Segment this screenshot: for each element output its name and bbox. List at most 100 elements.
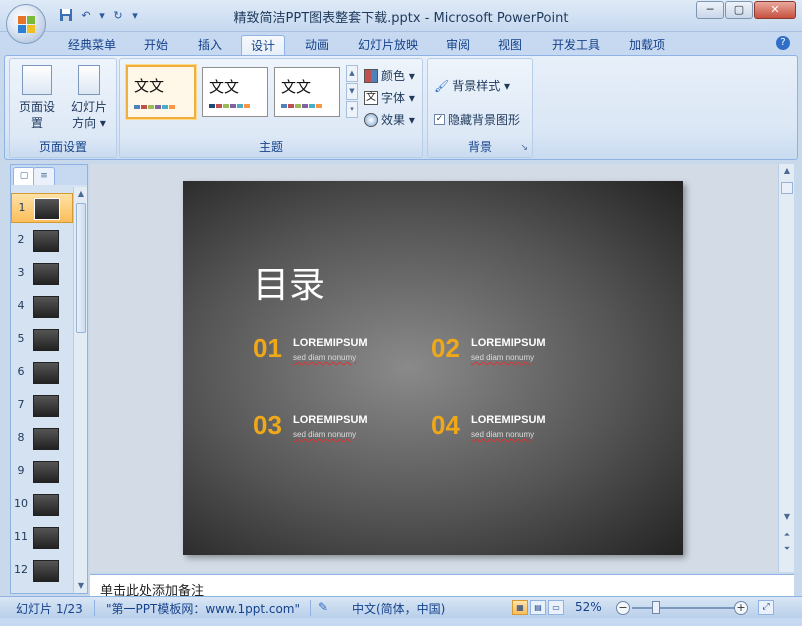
ribbon-tabs: 经典菜单 开始 插入 设计 动画 幻灯片放映 审阅 视图 开发工具 加载项 ?: [0, 32, 802, 57]
title-bar: ↶ ▾ ↻ ▾ 精致简洁PPT图表整套下载.pptx - Microsoft P…: [0, 0, 802, 44]
slide-thumb[interactable]: 10: [11, 490, 73, 520]
office-logo-icon: [18, 16, 36, 34]
zoom-out-icon[interactable]: −: [616, 601, 630, 615]
slide-thumb-image: [33, 395, 59, 417]
background-styles-button[interactable]: 🖌 背景样式 ▾: [434, 77, 510, 94]
slide-thumb-image: [33, 263, 59, 285]
theme-color-bars: [281, 104, 322, 108]
office-button[interactable]: [6, 4, 46, 44]
slide-counter: 幻灯片 1/23: [16, 602, 83, 616]
scroll-down-icon[interactable]: ▼: [779, 510, 795, 524]
slide-thumb[interactable]: 12: [11, 556, 73, 586]
outline-tab-icon[interactable]: ≡: [33, 167, 55, 185]
zoom-slider-track[interactable]: [632, 607, 736, 609]
tab-add-ins[interactable]: 加载项: [622, 35, 672, 57]
page-setup-group: 页面设置 幻灯片 方向 ▾ 页面设置: [9, 58, 117, 158]
notes-placeholder: 单击此处添加备注: [100, 584, 205, 596]
tab-animations[interactable]: 动画: [297, 35, 337, 57]
workspace: ▢ ≡ 1 2 3 4 5 6 7 8 9 10 11 12 ▲ ▼ 目录 01…: [4, 162, 798, 596]
slide-title[interactable]: 目录: [253, 256, 325, 308]
theme-colors-button[interactable]: 颜色 ▾: [364, 67, 415, 84]
slide-orientation-button[interactable]: 幻灯片 方向 ▾: [66, 65, 112, 131]
slide-canvas[interactable]: 目录 01 LOREMIPSUM sed diam nonumy 02 LORE…: [183, 181, 683, 555]
tab-classic-menu[interactable]: 经典菜单: [60, 35, 124, 57]
tab-review[interactable]: 审阅: [438, 35, 478, 57]
gallery-down-icon[interactable]: ▼: [346, 83, 358, 100]
slide-thumb[interactable]: 7: [11, 391, 73, 421]
tab-slide-show[interactable]: 幻灯片放映: [350, 35, 426, 57]
ribbon: 页面设置 幻灯片 方向 ▾ 页面设置 文文 文文 文文 ▲ ▼ ▾ 颜色 ▾ 文…: [4, 55, 798, 160]
maximize-button[interactable]: ▢: [725, 1, 753, 19]
effects-icon: [364, 112, 378, 127]
scroll-thumb[interactable]: [781, 182, 793, 194]
pane-tabs: ▢ ≡: [11, 165, 87, 185]
slide-thumb-image: [33, 461, 59, 483]
zoom-level[interactable]: 52%: [575, 600, 602, 614]
slide-thumbnails: 1 2 3 4 5 6 7 8 9 10 11 12: [11, 187, 73, 593]
group-label-page-setup: 页面设置: [38, 140, 87, 154]
slide-thumb-image: [33, 428, 59, 450]
theme-thumb[interactable]: 文文: [126, 65, 196, 119]
fit-to-window-icon[interactable]: ⤢: [758, 600, 774, 615]
slides-pane: ▢ ≡ 1 2 3 4 5 6 7 8 9 10 11 12 ▲ ▼: [10, 164, 88, 594]
slide-editing-area: 目录 01 LOREMIPSUM sed diam nonumy 02 LORE…: [90, 164, 778, 572]
notes-pane[interactable]: 单击此处添加备注: [90, 574, 794, 596]
language-indicator[interactable]: 中文(简体，中国): [352, 600, 445, 617]
zoom-slider-knob[interactable]: [652, 601, 660, 614]
status-bar: 幻灯片 1/23 "第一PPT模板网：www.1ppt.com" ✎ 中文(简体…: [0, 596, 802, 618]
slide-thumb[interactable]: 1: [11, 193, 73, 223]
theme-fonts-button[interactable]: 文 字体 ▾: [364, 89, 415, 106]
slide-thumb-image: [33, 527, 59, 549]
previous-slide-icon[interactable]: ⏶: [779, 528, 795, 542]
background-group: 🖌 背景样式 ▾ ✓ 隐藏背景图形 背景 ↘: [427, 58, 533, 158]
scroll-up-icon[interactable]: ▲: [74, 187, 88, 201]
spell-check-icon[interactable]: ✎: [318, 600, 328, 614]
theme-effects-button[interactable]: 效果 ▾: [364, 111, 415, 128]
slide-thumb[interactable]: 4: [11, 292, 73, 322]
slide-thumb-image: [33, 230, 59, 252]
close-button[interactable]: ✕: [754, 1, 796, 19]
slide-thumb-image: [33, 296, 59, 318]
theme-thumb[interactable]: 文文: [202, 67, 268, 117]
normal-view-icon[interactable]: ▦: [512, 600, 528, 615]
slides-pane-scrollbar[interactable]: ▲ ▼: [73, 187, 87, 593]
slide-thumb[interactable]: 6: [11, 358, 73, 388]
slide-thumb[interactable]: 3: [11, 259, 73, 289]
hide-background-checkbox[interactable]: ✓ 隐藏背景图形: [434, 111, 520, 128]
tab-design[interactable]: 设计: [241, 35, 285, 57]
help-icon[interactable]: ?: [776, 36, 790, 50]
tab-developer[interactable]: 开发工具: [544, 35, 608, 57]
paint-bucket-icon: 🖌: [434, 78, 450, 93]
slide-sorter-icon[interactable]: ▤: [530, 600, 546, 615]
fonts-icon: 文: [364, 90, 378, 105]
next-slide-icon[interactable]: ⏷: [779, 542, 795, 556]
scroll-up-icon[interactable]: ▲: [779, 164, 795, 178]
scroll-thumb[interactable]: [76, 203, 86, 333]
slide-show-icon[interactable]: ▭: [548, 600, 564, 615]
slide-thumb-image: [33, 362, 59, 384]
tab-home[interactable]: 开始: [138, 35, 174, 57]
slide-scrollbar[interactable]: ▲ ▼ ⏶ ⏷: [778, 164, 794, 572]
slide-thumb[interactable]: 8: [11, 424, 73, 454]
slide-thumb[interactable]: 9: [11, 457, 73, 487]
tab-insert[interactable]: 插入: [190, 35, 230, 57]
window-title: 精致简洁PPT图表整套下载.pptx - Microsoft PowerPoin…: [233, 11, 569, 26]
slide-thumb-image: [33, 560, 59, 582]
slides-tab-icon[interactable]: ▢: [13, 167, 35, 185]
slide-thumb[interactable]: 11: [11, 523, 73, 553]
gallery-more-icon[interactable]: ▾: [346, 101, 358, 118]
zoom-in-icon[interactable]: +: [734, 601, 748, 615]
slide-thumb[interactable]: 2: [11, 226, 73, 256]
dialog-launcher-icon[interactable]: ↘: [520, 143, 528, 153]
slide-thumb[interactable]: 5: [11, 325, 73, 355]
slide-orientation-icon: [78, 65, 100, 95]
tab-view[interactable]: 视图: [490, 35, 530, 57]
group-label-background: 背景: [467, 140, 492, 154]
themes-group: 文文 文文 文文 ▲ ▼ ▾ 颜色 ▾ 文 字体 ▾ 效果 ▾ 主题: [119, 58, 423, 158]
scroll-down-icon[interactable]: ▼: [74, 579, 88, 593]
page-setup-button[interactable]: 页面设置: [14, 65, 60, 131]
theme-thumb[interactable]: 文文: [274, 67, 340, 117]
theme-color-bars: [134, 105, 175, 109]
minimize-button[interactable]: ─: [696, 1, 724, 19]
gallery-up-icon[interactable]: ▲: [346, 65, 358, 82]
